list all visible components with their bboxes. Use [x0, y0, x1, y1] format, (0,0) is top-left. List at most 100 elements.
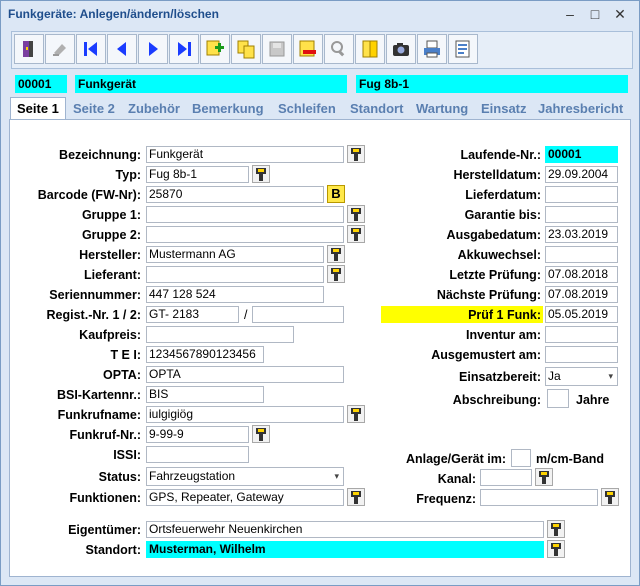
eigentuemer-field[interactable]: Ortsfeuerwehr Neuenkirchen: [146, 521, 544, 538]
naechste-pruefung-field[interactable]: 07.08.2019: [545, 286, 618, 303]
tab-wartung[interactable]: Wartung: [416, 101, 468, 116]
seriennummer-field[interactable]: 447 128 524: [146, 286, 324, 303]
ausgemustert-am-field[interactable]: [545, 346, 618, 363]
eigentuemer-lookup-button[interactable]: [547, 520, 565, 538]
add-record-icon: [206, 40, 224, 56]
delete-record-button[interactable]: [293, 34, 323, 64]
gruppe-1-lookup-button[interactable]: [347, 205, 365, 223]
label-funkruf-nr: Funkruf-Nr.:: [69, 428, 141, 442]
tei-field[interactable]: 1234567890123456: [146, 346, 264, 363]
tab-jahresbericht[interactable]: Jahresbericht: [538, 101, 623, 116]
funkrufname-field[interactable]: iulgigiög: [146, 406, 344, 423]
next-record-button[interactable]: [138, 34, 168, 64]
lieferant-lookup-button[interactable]: [327, 265, 345, 283]
label-gruppe-2: Gruppe 2:: [81, 228, 141, 242]
save-record-button[interactable]: [262, 34, 292, 64]
kaufpreis-field[interactable]: [146, 326, 294, 343]
exit-button[interactable]: [14, 34, 44, 64]
label-kanal: Kanal:: [437, 472, 476, 486]
flashlight-icon: [351, 208, 361, 221]
typ-field[interactable]: Fug 8b-1: [146, 166, 249, 183]
tab-schleifen[interactable]: Schleifen: [278, 101, 336, 116]
kanal-field[interactable]: [480, 469, 532, 486]
report-icon: [455, 40, 470, 58]
flashlight-icon: [351, 148, 361, 161]
label-abschreibung: Abschreibung:: [452, 393, 541, 407]
hersteller-field[interactable]: Mustermann AG: [146, 246, 324, 263]
regist-nr-1-field[interactable]: GT- 2183: [146, 306, 239, 323]
status-select[interactable]: Fahrzeugstation ▾: [146, 467, 344, 486]
copy-icon: [237, 40, 255, 59]
ausgabedatum-field[interactable]: 23.03.2019: [545, 226, 618, 243]
regist-nr-2-field[interactable]: [252, 306, 344, 323]
tab-standort[interactable]: Standort: [350, 101, 403, 116]
archive-button[interactable]: [355, 34, 385, 64]
title-bar: Funkgeräte: Anlegen/ändern/löschen – □ ✕: [1, 1, 639, 27]
label-issi: ISSI:: [113, 448, 141, 462]
maximize-button[interactable]: □: [584, 4, 606, 24]
hersteller-lookup-button[interactable]: [327, 245, 345, 263]
label-barcode: Barcode (FW-Nr):: [37, 188, 141, 202]
pruef-1-funk-field[interactable]: 05.05.2019: [545, 306, 618, 323]
bezeichnung-field[interactable]: Funkgerät: [146, 146, 344, 163]
label-naechste-pruefung: Nächste Prüfung:: [436, 288, 541, 302]
label-lieferant: Lieferant:: [84, 268, 141, 282]
search-button[interactable]: [324, 34, 354, 64]
standort-lookup-button[interactable]: [547, 540, 565, 558]
label-lieferdatum: Lieferdatum:: [465, 188, 541, 202]
copy-record-button[interactable]: [231, 34, 261, 64]
label-laufende-nr: Laufende-Nr.:: [460, 148, 541, 162]
herstelldatum-field[interactable]: 29.09.2004: [545, 166, 618, 183]
label-tei: T E I:: [110, 348, 141, 362]
close-button[interactable]: ✕: [609, 4, 631, 24]
standort-field[interactable]: Musterman, Wilhelm: [146, 541, 544, 558]
bezeichnung-lookup-button[interactable]: [347, 145, 365, 163]
label-akkuwechsel: Akkuwechsel:: [457, 248, 541, 262]
funkrufname-lookup-button[interactable]: [347, 405, 365, 423]
gruppe-2-lookup-button[interactable]: [347, 225, 365, 243]
tab-seite-1[interactable]: Seite 1: [10, 97, 66, 121]
tab-seite-2[interactable]: Seite 2: [73, 101, 115, 116]
gruppe-2-field[interactable]: [146, 226, 344, 243]
gruppe-1-field[interactable]: [146, 206, 344, 223]
label-eigentuemer: Eigentümer:: [68, 523, 141, 537]
chevron-down-icon: ▾: [608, 371, 613, 381]
opta-field[interactable]: OPTA: [146, 366, 344, 383]
previous-record-button[interactable]: [107, 34, 137, 64]
einsatzbereit-select[interactable]: Ja ▾: [545, 367, 618, 386]
barcode-field[interactable]: 25870: [146, 186, 324, 203]
funktionen-lookup-button[interactable]: [347, 488, 365, 506]
report-button[interactable]: [448, 34, 478, 64]
tab-bemerkung[interactable]: Bemerkung: [192, 101, 264, 116]
funkruf-nr-lookup-button[interactable]: [252, 425, 270, 443]
issi-field[interactable]: [146, 446, 249, 463]
minimize-button[interactable]: –: [559, 4, 581, 24]
label-gruppe-1: Gruppe 1:: [81, 208, 141, 222]
funktionen-field[interactable]: GPS, Repeater, Gateway: [146, 489, 344, 506]
garantie-bis-field[interactable]: [545, 206, 618, 223]
new-record-button[interactable]: [200, 34, 230, 64]
print-button[interactable]: [417, 34, 447, 64]
lieferdatum-field[interactable]: [545, 186, 618, 203]
bsi-kartennr-field[interactable]: BIS: [146, 386, 264, 403]
last-record-icon: [178, 42, 191, 56]
last-record-button[interactable]: [169, 34, 199, 64]
kanal-lookup-button[interactable]: [535, 468, 553, 486]
typ-lookup-button[interactable]: [252, 165, 270, 183]
akkuwechsel-field[interactable]: [545, 246, 618, 263]
first-record-button[interactable]: [76, 34, 106, 64]
lieferant-field[interactable]: [146, 266, 324, 283]
funkruf-nr-field[interactable]: 9-99-9: [146, 426, 249, 443]
frequenz-lookup-button[interactable]: [601, 488, 619, 506]
barcode-button[interactable]: B: [327, 185, 345, 203]
camera-button[interactable]: [386, 34, 416, 64]
anlage-geraet-field[interactable]: [511, 449, 531, 467]
label-ausgemustert-am: Ausgemustert am:: [431, 348, 541, 362]
letzte-pruefung-field[interactable]: 07.08.2018: [545, 266, 618, 283]
undo-button[interactable]: [45, 34, 75, 64]
tab-einsatz[interactable]: Einsatz: [481, 101, 527, 116]
frequenz-field[interactable]: [480, 489, 598, 506]
tab-zubehoer[interactable]: Zubehör: [128, 101, 180, 116]
abschreibung-field[interactable]: [547, 389, 569, 408]
inventur-am-field[interactable]: [545, 326, 618, 343]
